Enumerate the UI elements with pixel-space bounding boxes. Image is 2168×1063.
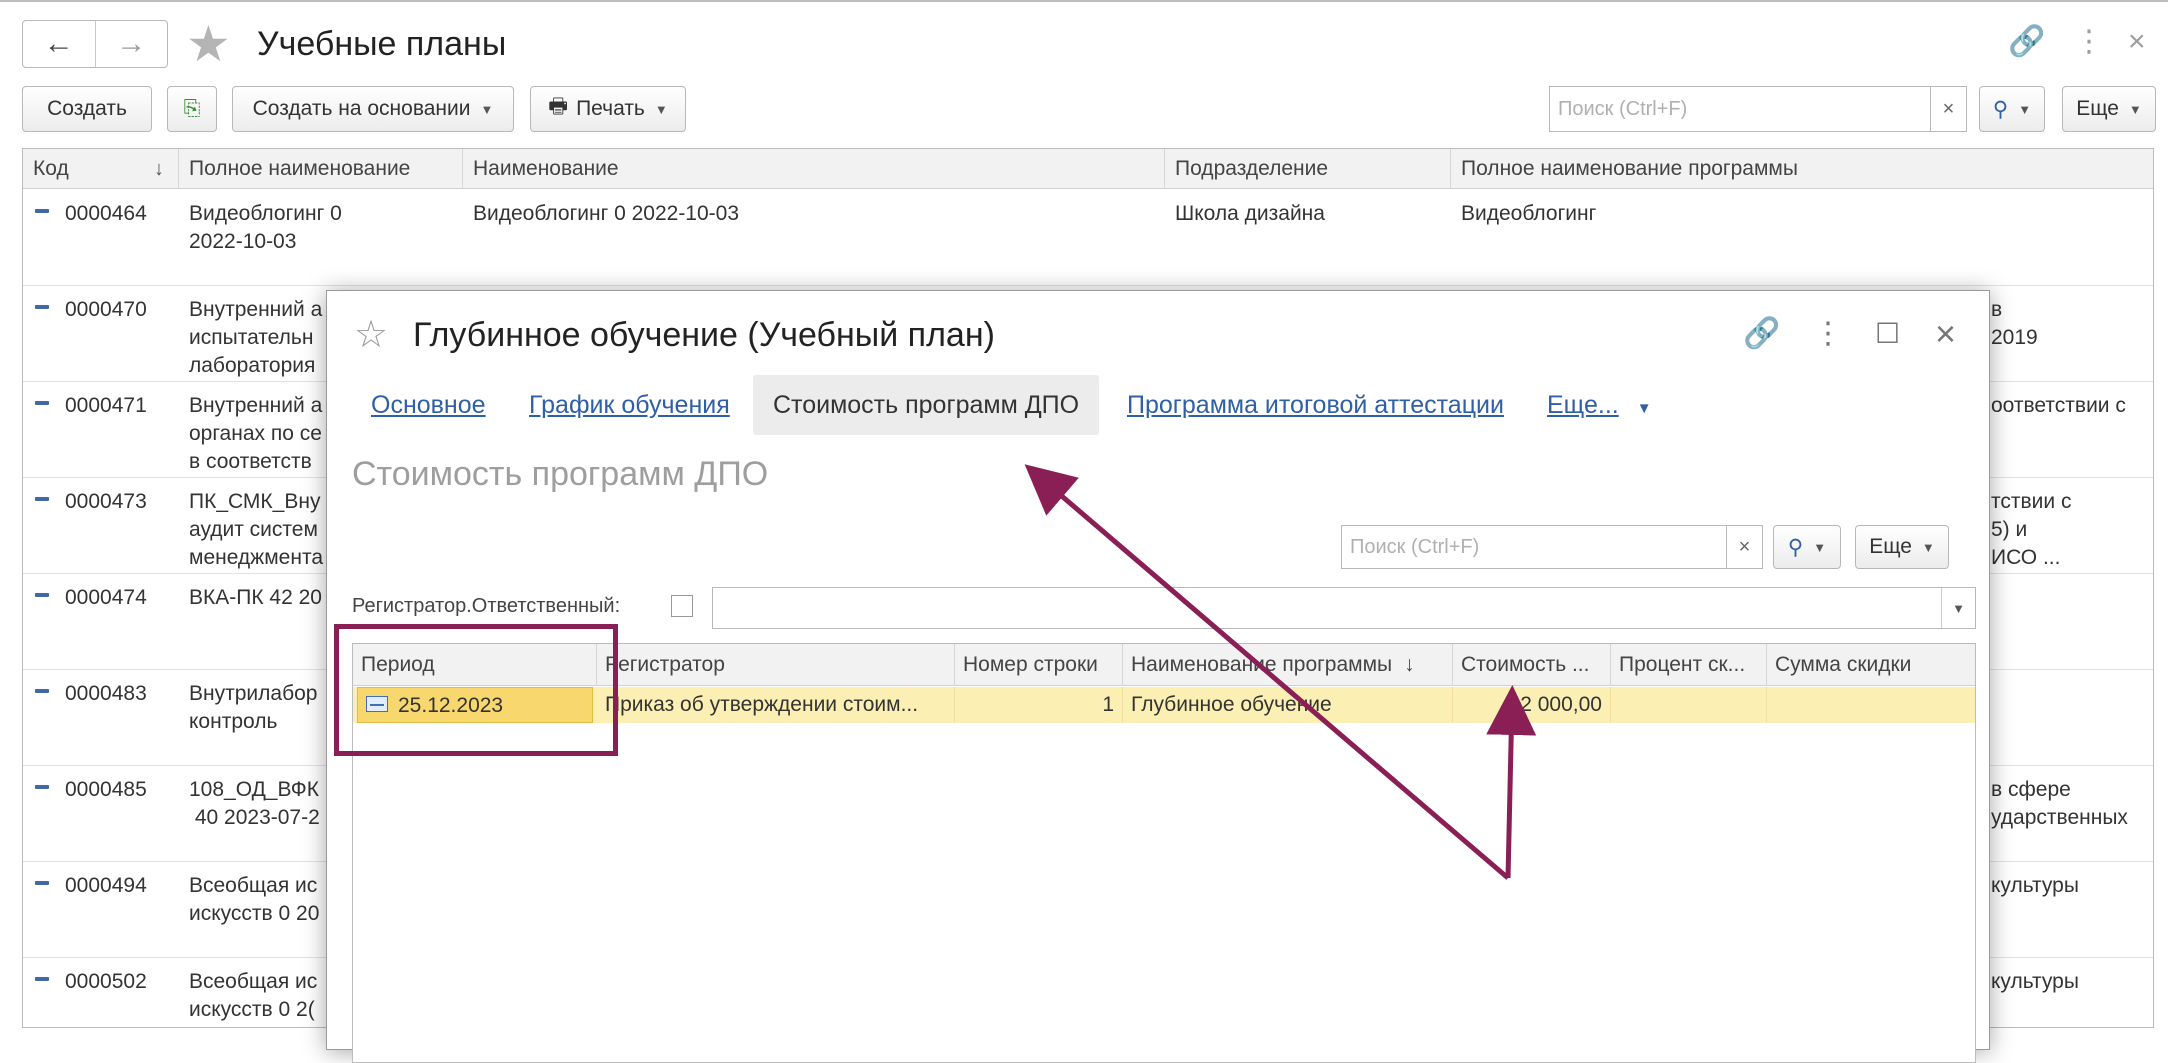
- annotation-arrows: [1024, 464, 1537, 880]
- annotation-arrow-to-cost: [1486, 685, 1537, 879]
- annotation-arrow-to-tab: [1024, 464, 1510, 880]
